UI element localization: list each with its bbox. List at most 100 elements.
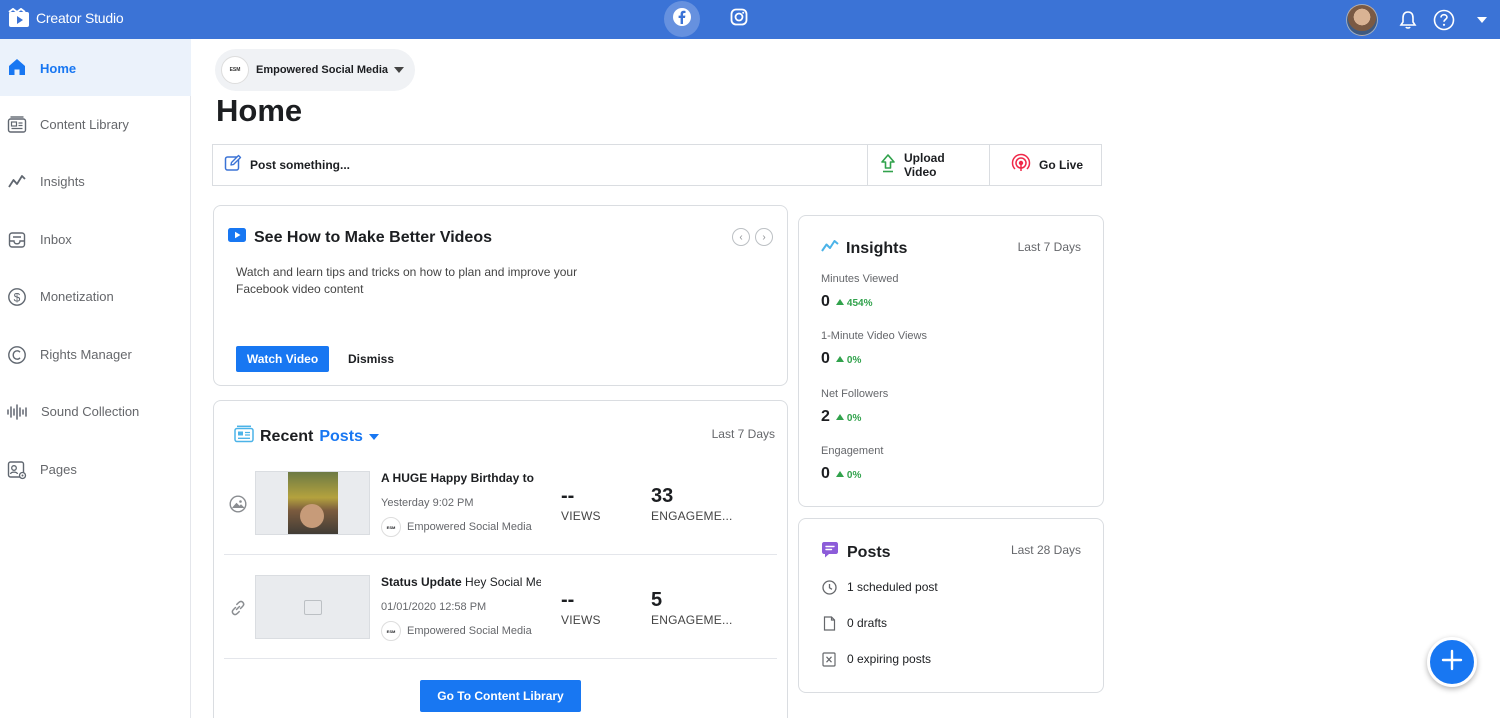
page-selector-name: Empowered Social Media: [256, 64, 389, 76]
composer-bar: Post something... Upload Video Go Live: [212, 144, 1102, 186]
views-label: VIEWS: [561, 509, 601, 523]
stat-change: 454%: [846, 298, 873, 309]
post-page: ESM Empowered Social Media: [381, 517, 532, 537]
stat-change: 0%: [846, 413, 862, 424]
watch-video-button[interactable]: Watch Video: [236, 346, 329, 372]
insights-range: Last 7 Days: [1017, 240, 1081, 254]
sidebar-item-home[interactable]: Home: [0, 39, 191, 96]
avatar[interactable]: [1346, 4, 1378, 36]
link-post-icon: [229, 599, 247, 617]
videos-card-description: Watch and learn tips and tricks on how t…: [236, 265, 578, 296]
post-thumbnail[interactable]: [255, 575, 370, 639]
notifications-bell-icon[interactable]: [1396, 8, 1420, 32]
stat-label: Engagement: [821, 445, 884, 457]
trend-up-icon: [835, 471, 844, 477]
insights-title: Insights: [846, 239, 908, 257]
scheduled-posts-link[interactable]: 1 scheduled post: [821, 579, 938, 595]
go-to-content-library-button[interactable]: Go To Content Library: [420, 680, 581, 712]
stat-row: 0 454%: [821, 293, 872, 311]
trend-up-icon: [835, 299, 844, 305]
upload-video-label: Upload Video: [904, 151, 945, 179]
facebook-icon: [672, 7, 692, 32]
table-row[interactable]: A HUGE Happy Birthday to Yesterday 9:02 …: [224, 465, 777, 555]
engagement-value: 33: [651, 485, 674, 507]
go-live-button[interactable]: Go Live: [989, 145, 1101, 185]
video-play-icon: [228, 228, 246, 247]
page-selector[interactable]: ESM Empowered Social Media: [215, 49, 415, 91]
sidebar-item-label: Sound Collection: [41, 404, 140, 419]
clock-icon: [821, 579, 837, 595]
caret-down-icon[interactable]: [1470, 8, 1494, 32]
instagram-icon: [730, 8, 748, 31]
trend-up-icon: [835, 356, 844, 362]
create-new-button[interactable]: [1427, 637, 1477, 687]
instagram-platform-tab[interactable]: [727, 7, 751, 31]
post-title-bold: Status Update: [381, 575, 462, 589]
stat-change: 0%: [846, 470, 862, 481]
post-title-rest: Hey Social Me: [461, 575, 541, 589]
views-value: --: [561, 485, 575, 507]
recent-posts-title: Recent: [260, 427, 314, 445]
status-placeholder-icon: [304, 600, 322, 615]
inbox-icon: [6, 229, 28, 251]
engagement-label: ENGAGEME...: [651, 509, 733, 523]
stat-value: 0: [821, 350, 830, 367]
expiring-posts-text: 0 expiring posts: [847, 652, 932, 666]
content-library-icon: [6, 114, 28, 136]
stat-change: 0%: [846, 355, 862, 366]
sidebar-item-label: Content Library: [40, 117, 129, 132]
table-row[interactable]: Status Update Hey Social Me 01/01/2020 1…: [224, 569, 777, 659]
home-icon: [6, 56, 28, 78]
edit-icon: [224, 154, 242, 177]
posts-summary-header: Posts: [821, 541, 891, 564]
post-something-button[interactable]: Post something...: [213, 145, 867, 185]
chevron-down-icon: [394, 67, 405, 73]
views-label: VIEWS: [561, 613, 601, 627]
stat-value: 2: [821, 408, 830, 425]
insights-header: Insights: [821, 238, 907, 259]
sidebar-item-insights[interactable]: Insights: [0, 153, 191, 210]
sidebar-item-label: Insights: [40, 174, 85, 189]
posts-summary-range: Last 28 Days: [1010, 543, 1081, 557]
sidebar-item-inbox[interactable]: Inbox: [0, 211, 191, 268]
go-live-label: Go Live: [1039, 158, 1084, 172]
page-title: Home: [216, 93, 303, 128]
post-title-bold: A HUGE Happy Birthday to: [381, 471, 534, 485]
chevron-left-icon[interactable]: ‹: [732, 228, 750, 246]
post-page-name: Empowered Social Media: [407, 625, 532, 637]
brand[interactable]: Creator Studio: [8, 7, 124, 28]
post-title[interactable]: A HUGE Happy Birthday to: [381, 471, 541, 485]
expiring-posts-link[interactable]: 0 expiring posts: [821, 651, 931, 667]
drafts-link[interactable]: 0 drafts: [821, 615, 887, 631]
post-title[interactable]: Status Update Hey Social Me: [381, 575, 541, 589]
stat-value: 0: [821, 465, 830, 482]
insights-icon: [6, 171, 28, 193]
better-videos-card: See How to Make Better Videos ‹ › Watch …: [213, 205, 788, 386]
sound-collection-icon: [6, 401, 28, 423]
stat-label: 1-Minute Video Views: [821, 330, 927, 342]
sidebar-item-label: Home: [40, 61, 77, 76]
upload-arrow-icon: [880, 153, 896, 178]
creator-studio-logo-icon: [8, 7, 30, 28]
post-thumbnail[interactable]: [255, 471, 370, 535]
chevron-right-icon[interactable]: ›: [755, 228, 773, 246]
sidebar-item-label: Rights Manager: [40, 347, 132, 362]
sidebar-item-pages[interactable]: Pages: [0, 441, 191, 498]
dismiss-button[interactable]: Dismiss: [348, 352, 394, 366]
drafts-text: 0 drafts: [847, 616, 888, 630]
photo-post-icon: [229, 495, 247, 513]
chevron-down-icon[interactable]: [368, 433, 379, 440]
post-type-filter[interactable]: Posts: [319, 428, 363, 446]
plus-icon: [1441, 649, 1463, 676]
sidebar: Home Content Library Insights Inbox $ Mo…: [0, 39, 191, 718]
post-something-label: Post something...: [250, 158, 351, 172]
sidebar-item-content-library[interactable]: Content Library: [0, 96, 191, 153]
sidebar-item-monetization[interactable]: $ Monetization: [0, 268, 191, 325]
help-icon[interactable]: [1432, 8, 1456, 32]
upload-video-button[interactable]: Upload Video: [867, 145, 989, 185]
sidebar-item-sound-collection[interactable]: Sound Collection: [0, 383, 191, 440]
content-library-icon: [234, 425, 254, 448]
facebook-platform-tab[interactable]: [664, 1, 700, 37]
posts-chat-icon: [821, 541, 839, 564]
sidebar-item-rights-manager[interactable]: Rights Manager: [0, 326, 191, 383]
